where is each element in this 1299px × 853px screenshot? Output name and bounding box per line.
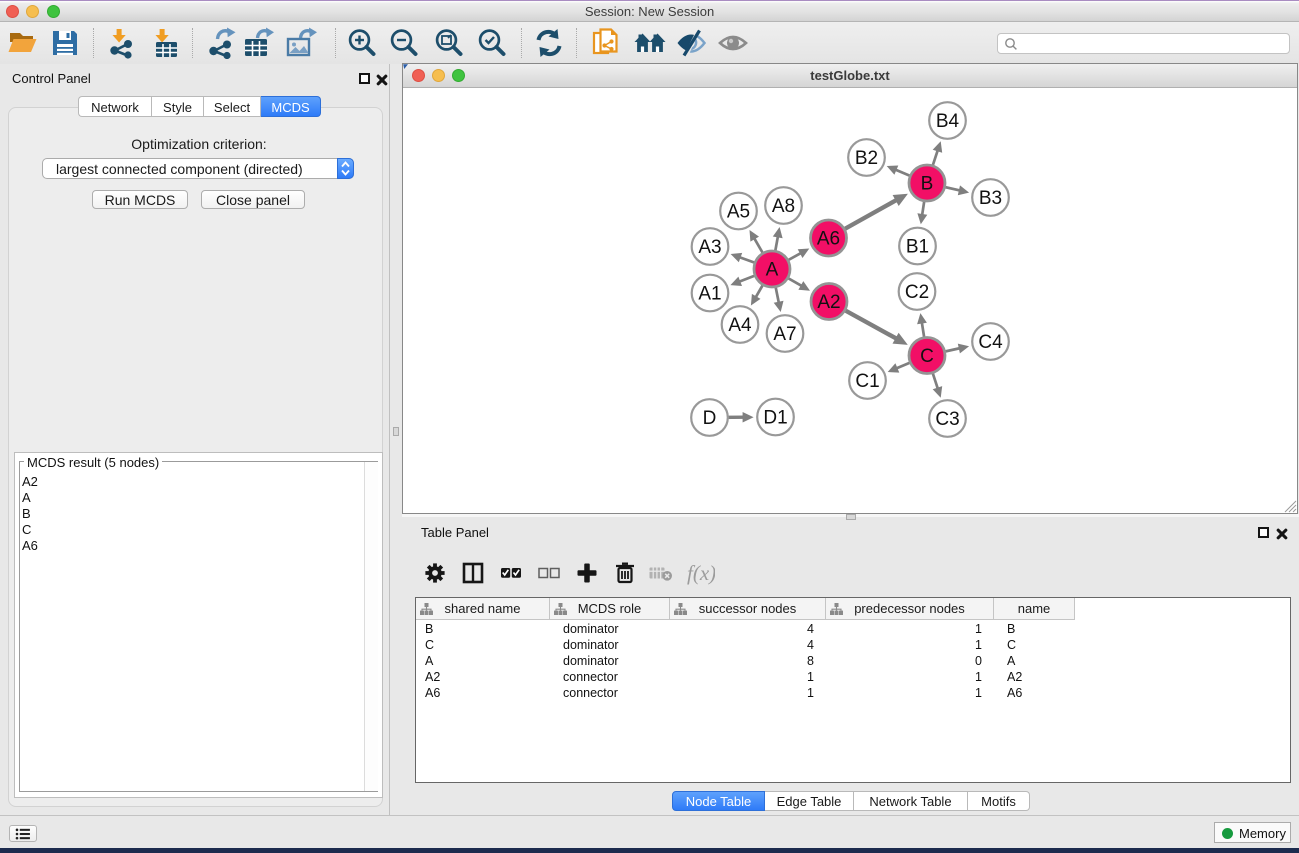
svg-text:B2: B2 <box>855 148 878 169</box>
svg-text:B4: B4 <box>936 111 960 132</box>
svg-text:B1: B1 <box>906 237 929 258</box>
svg-text:B3: B3 <box>979 188 1002 209</box>
svg-text:A3: A3 <box>698 237 721 258</box>
svg-text:C: C <box>920 346 934 367</box>
svg-text:A4: A4 <box>728 315 752 336</box>
svg-text:D1: D1 <box>763 408 787 429</box>
svg-text:C4: C4 <box>978 332 1003 353</box>
svg-text:A7: A7 <box>773 324 796 345</box>
svg-text:f(x): f(x) <box>687 562 715 585</box>
svg-text:D: D <box>703 408 717 429</box>
svg-text:A: A <box>766 260 779 281</box>
svg-text:A2: A2 <box>817 292 840 313</box>
svg-text:A1: A1 <box>698 284 721 305</box>
svg-text:A8: A8 <box>772 196 795 217</box>
svg-text:C2: C2 <box>905 282 929 303</box>
svg-text:B: B <box>921 174 934 195</box>
svg-text:A6: A6 <box>817 229 840 250</box>
svg-text:C3: C3 <box>935 409 959 430</box>
svg-text:A5: A5 <box>727 202 750 223</box>
svg-text:C1: C1 <box>855 371 879 392</box>
